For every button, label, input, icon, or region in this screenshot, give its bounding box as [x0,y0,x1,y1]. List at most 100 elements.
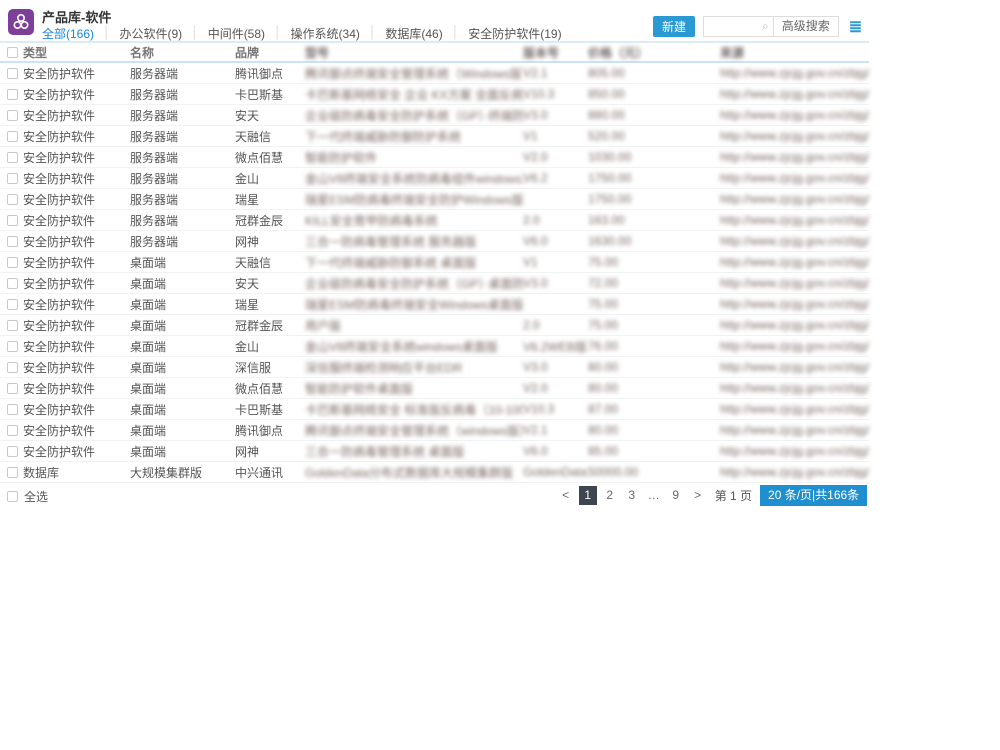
cell-brand: 中兴通讯 [235,465,284,480]
cell-name: 桌面端 [130,255,167,270]
filter-tab-5[interactable]: 安全防护软件(19) [468,25,561,42]
cell-brand: 安天 [235,108,260,123]
cell-brand: 网神 [235,444,260,459]
page-button-1[interactable]: 1 [578,486,597,505]
table-row[interactable]: 安全防护软件 服务器端 腾讯御点 腾讯御点终端安全管理系统（Windows版） V2.1… [0,63,870,84]
cell-version: V1 [523,129,538,143]
filter-tab-2[interactable]: 中间件(58) [208,25,265,42]
row-checkbox[interactable] [7,298,18,310]
row-checkbox[interactable] [7,109,18,121]
table-row[interactable]: 安全防护软件 服务器端 卡巴斯基 卡巴斯基网络安全 企业 KX方案 全面反病毒（10-… [0,84,870,105]
row-checkbox[interactable] [7,424,18,436]
new-button[interactable]: 新建 [653,16,696,37]
row-checkbox[interactable] [7,382,18,394]
advanced-search-button[interactable]: 高级搜索 [772,17,838,36]
table-row[interactable]: 安全防护软件 桌面端 瑞星 瑞星ESM防病毒终端安全Windows桌面版 75.00 ht… [0,294,870,315]
cell-source: http://www.zjcjg.gov.cn/zbjg/ [720,87,870,101]
row-checkbox[interactable] [7,88,18,100]
cell-source: http://www.zjcjg.gov.cn/zbjg/ [720,339,870,353]
cell-desc: 智能防护软件桌面版 [305,381,414,396]
table-row[interactable]: 安全防护软件 服务器端 安天 企业级防病毒安全防护系统（GP）·终端防病毒版V3.0 8… [0,105,870,126]
table-header-row: 类型 名称 品牌 型号 版本号 价格（元） 来源 [0,43,870,63]
row-checkbox[interactable] [7,172,18,184]
row-checkbox[interactable] [7,235,18,247]
filter-separator: │ [368,25,377,39]
list-view-icon[interactable]: ≣ [849,17,862,37]
page-button-…[interactable]: … [645,486,663,505]
page-button->[interactable]: > [689,486,707,505]
cell-price: 80.00 [588,360,619,374]
row-checkbox[interactable] [7,67,18,79]
select-all-checkbox[interactable] [7,490,18,502]
cell-price: 80.00 [588,381,619,395]
cell-brand: 冠群金辰 [235,213,284,228]
page-button-3[interactable]: 3 [623,486,641,505]
table-row[interactable]: 安全防护软件 服务器端 天融信 下一代终端威胁防御防护系统 V1 520.00 http:/… [0,126,870,147]
cell-brand: 卡巴斯基 [235,402,284,417]
cell-desc: 卡巴斯基网络安全 企业 KX方案 全面反病毒（10-100）授权… [305,87,523,102]
row-checkbox[interactable] [7,130,18,142]
cell-desc: 智能防护软件 [305,150,378,165]
cell-type: 安全防护软件 [23,87,96,102]
table-row[interactable]: 安全防护软件 服务器端 冠群金辰 KILL安全胄甲防病毒系统 2.0 163.00 http… [0,210,870,231]
table-row[interactable]: 安全防护软件 桌面端 卡巴斯基 卡巴斯基网络安全 标准版反病毒（10-100）·KX…… [0,399,870,420]
row-checkbox[interactable] [7,445,18,457]
table-search-input[interactable] [704,17,763,36]
cell-source: http://www.zjcjg.gov.cn/zbjg/ [720,234,870,248]
row-checkbox[interactable] [7,214,18,226]
page-button-<[interactable]: < [557,486,575,505]
filter-tab-3[interactable]: 操作系统(34) [291,25,360,42]
table-row[interactable]: 安全防护软件 桌面端 网神 三合一防病毒管理系统 桌面版 V6.0 85.00 http:/… [0,441,870,462]
cell-desc: 企业级防病毒安全防护系统（GP）·终端防病毒版 [305,108,523,123]
cell-version: V6.2 [523,171,548,185]
table-row[interactable]: 安全防护软件 服务器端 微点佰慧 智能防护软件 V2.0 1030.00 http://ww… [0,147,870,168]
cell-type: 安全防护软件 [23,66,96,81]
row-checkbox[interactable] [7,466,18,478]
cell-name: 服务器端 [130,234,179,249]
table-row[interactable]: 安全防护软件 桌面端 金山 金山V8终端安全系统windows桌面版 V6.2WEB版 7… [0,336,870,357]
row-checkbox[interactable] [7,151,18,163]
cell-type: 数据库 [23,465,60,480]
cell-desc: 腾讯御点终端安全管理系统（Windows版） [305,66,523,81]
table-row[interactable]: 安全防护软件 服务器端 金山 金山V8终端安全系统防病毒组件windows服务器版V6… [0,168,870,189]
cell-source: http://www.zjcjg.gov.cn/zbjg/ [720,402,870,416]
table-row[interactable]: 安全防护软件 桌面端 腾讯御点 腾讯御点终端安全管理系统（windows版）V2.1V… [0,420,870,441]
row-checkbox[interactable] [7,256,18,268]
cell-price: 85.00 [588,444,619,458]
cell-brand: 金山 [235,339,260,354]
cell-type: 安全防护软件 [23,381,96,396]
filter-tab-4[interactable]: 数据库(46) [385,25,442,42]
table-row[interactable]: 安全防护软件 桌面端 深信服 深信服终端检测响应平台EDR V3.0 80.00 http:… [0,357,870,378]
cell-type: 安全防护软件 [23,444,96,459]
header-checkbox[interactable] [7,46,18,58]
cell-brand: 天融信 [235,255,272,270]
row-checkbox[interactable] [7,277,18,289]
row-checkbox[interactable] [7,361,18,373]
filter-tab-0[interactable]: 全部(166) [42,25,94,42]
table-row[interactable]: 安全防护软件 桌面端 微点佰慧 智能防护软件桌面版 V2.0 80.00 http://ww… [0,378,870,399]
row-checkbox[interactable] [7,340,18,352]
table-row[interactable]: 安全防护软件 服务器端 网神 三合一防病毒管理系统 服务器版 V6.0 1630.00 ht… [0,231,870,252]
search-icon[interactable]: ⌕ [762,19,773,34]
filter-tab-1[interactable]: 办公软件(9) [120,25,183,42]
page-button-9[interactable]: 9 [667,486,685,505]
table-row[interactable]: 安全防护软件 服务器端 瑞星 瑞星ESM防病毒终端安全防护Windows版 服务器版 1… [0,189,870,210]
cell-version: V3.0 [523,108,548,122]
cell-brand: 深信服 [235,360,272,375]
cell-price: 163.00 [588,213,625,227]
cell-type: 安全防护软件 [23,423,96,438]
cell-version: V3.0 [523,276,548,290]
row-checkbox[interactable] [7,319,18,331]
cell-name: 桌面端 [130,276,167,291]
cell-source: http://www.zjcjg.gov.cn/zbjg/ [720,276,870,290]
row-checkbox[interactable] [7,403,18,415]
cell-source: http://www.zjcjg.gov.cn/zbjg/ [720,192,870,206]
page-button-2[interactable]: 2 [601,486,619,505]
cell-version: V10.3 [523,87,555,101]
table-row[interactable]: 安全防护软件 桌面端 天融信 下一代终端威胁防御系统 桌面版 V1 75.00 http:/… [0,252,870,273]
table-row[interactable]: 数据库 大规模集群版 中兴通讯 GoldenData分布式数据库大规模集群版 Golde… [0,462,870,483]
pagination: <1 2 3… 9 > 第 1 页 20 条/页|共166条 [557,485,868,506]
row-checkbox[interactable] [7,193,18,205]
table-row[interactable]: 安全防护软件 桌面端 冠群金辰 用户版 2.0 75.00 http://www.zjcjg… [0,315,870,336]
table-row[interactable]: 安全防护软件 桌面端 安天 企业级防病毒安全防护系统（GP）·桌面防病毒版V3.0 72… [0,273,870,294]
